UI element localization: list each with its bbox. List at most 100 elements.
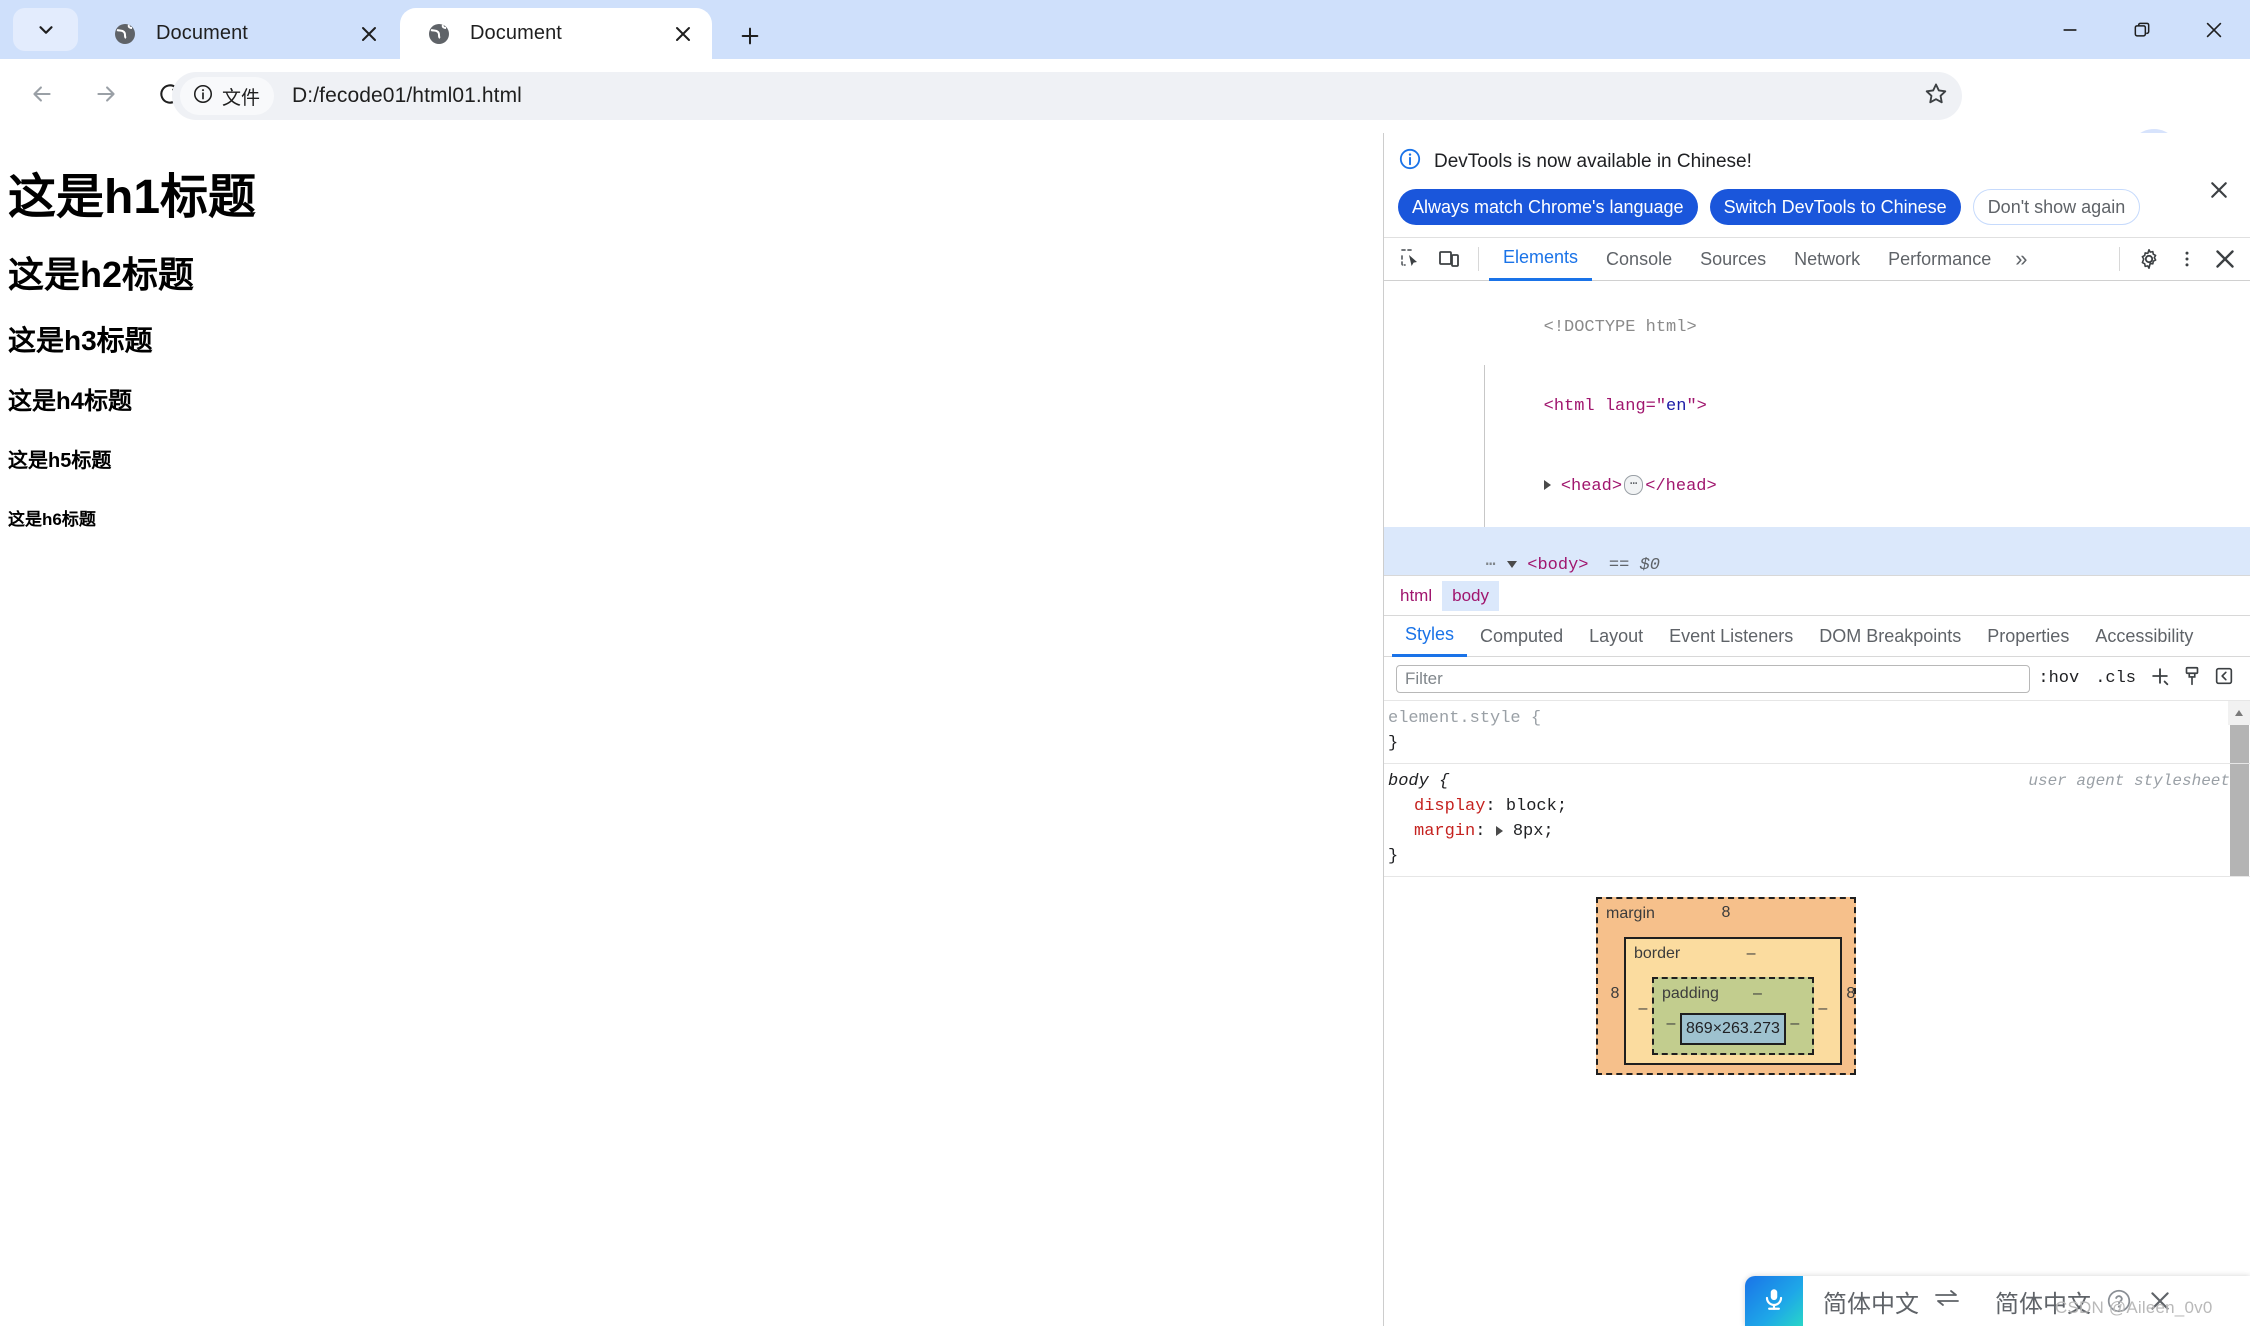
collapse-arrow-icon[interactable]: [1507, 561, 1518, 569]
devtools-language-infobar: DevTools is now available in Chinese! Al…: [1384, 133, 2250, 237]
tab-title: Document: [156, 22, 248, 44]
device-toolbar-icon[interactable]: [1430, 240, 1468, 278]
box-model-border-top[interactable]: –: [1747, 945, 1756, 963]
tab-close-button[interactable]: [352, 17, 386, 51]
style-rule-body[interactable]: body { user agent stylesheet display: bl…: [1384, 764, 2250, 877]
rule-close-brace: }: [1388, 734, 1399, 753]
dont-show-again-button[interactable]: Don't show again: [1972, 189, 2141, 225]
declaration-property[interactable]: display: [1414, 797, 1485, 816]
box-model-border-label: border: [1634, 945, 1681, 962]
new-style-rule-button[interactable]: [2144, 663, 2176, 695]
styles-tab-event-listeners[interactable]: Event Listeners: [1656, 616, 1806, 657]
box-model-content-size[interactable]: 869×263.273: [1680, 1013, 1786, 1045]
dom-node-head[interactable]: <head> ⋯ </head>: [1384, 447, 2250, 527]
info-circle-icon: [1398, 147, 1422, 176]
doctype-text: <!DOCTYPE html>: [1543, 317, 1697, 337]
styles-tab-accessibility[interactable]: Accessibility: [2082, 616, 2206, 657]
devtools-close-button[interactable]: [2206, 240, 2244, 278]
box-model-padding[interactable]: padding – – 869×263.273 –: [1652, 977, 1814, 1055]
dom-node-body[interactable]: ⋯ <body> == $0: [1384, 526, 2250, 575]
box-model-diagram[interactable]: margin 8 8 border – – padding – – 869×26…: [1596, 897, 1856, 1075]
ime-microphone-button[interactable]: [1745, 1276, 1803, 1326]
box-model-padding-right[interactable]: –: [1786, 1015, 1804, 1033]
always-match-language-button[interactable]: Always match Chrome's language: [1398, 189, 1698, 225]
styles-tab-dom-breakpoints[interactable]: DOM Breakpoints: [1806, 616, 1974, 657]
collapsed-children-badge[interactable]: ⋯: [1624, 475, 1644, 496]
globe-icon: [426, 21, 452, 47]
more-tabs-button[interactable]: »: [2005, 246, 2037, 272]
style-rule-element-style[interactable]: element.style { }: [1384, 701, 2250, 764]
ime-target-language[interactable]: 简体中文: [1995, 1284, 2091, 1319]
styles-sidebar-toggle-button[interactable]: [2208, 663, 2240, 695]
declaration-property[interactable]: margin: [1414, 822, 1475, 841]
window-minimize-button[interactable]: [2034, 0, 2106, 59]
new-tab-button[interactable]: [728, 16, 772, 60]
browser-tab-2[interactable]: Document: [400, 8, 712, 59]
page-heading-h3: 这是h3标题: [8, 325, 153, 357]
node-menu-dots-icon[interactable]: ⋯: [1466, 556, 1497, 575]
box-model-margin[interactable]: margin 8 8 border – – padding – – 869×26…: [1596, 897, 1856, 1075]
browser-tab-1[interactable]: Document: [86, 8, 398, 59]
switch-devtools-language-button[interactable]: Switch DevTools to Chinese: [1709, 189, 1961, 225]
box-model-border-right[interactable]: –: [1814, 1000, 1832, 1018]
devtools-tab-console[interactable]: Console: [1592, 238, 1686, 281]
address-bar[interactable]: 文件 D:/fecode01/html01.html: [172, 72, 1962, 120]
site-info-chip-label: 文件: [222, 87, 261, 109]
infobar-close-button[interactable]: [2202, 175, 2236, 209]
styles-tab-layout[interactable]: Layout: [1576, 616, 1656, 657]
styles-rules-list: element.style { } body { user agent styl…: [1384, 701, 2250, 877]
tab-strip: Document Document: [0, 0, 2250, 59]
devtools-tab-performance[interactable]: Performance: [1874, 238, 2005, 281]
force-state-hov-button[interactable]: :hov: [2030, 669, 2087, 688]
declaration-value[interactable]: 8px;: [1513, 822, 1554, 841]
element-classes-cls-button[interactable]: .cls: [2087, 669, 2144, 688]
box-model-border-left[interactable]: –: [1634, 1000, 1652, 1018]
styles-tab-properties[interactable]: Properties: [1974, 616, 2082, 657]
devtools-toolbar: Elements Console Sources Network Perform…: [1384, 237, 2250, 281]
dom-tree[interactable]: <!DOCTYPE html> <html lang="en"> <head> ⋯…: [1384, 281, 2250, 575]
computed-style-sidebar-button[interactable]: [2176, 663, 2208, 695]
declaration-display[interactable]: display: block;: [1384, 794, 2250, 819]
ime-close-button[interactable]: [2145, 1286, 2175, 1316]
paintbrush-icon: [2181, 665, 2203, 692]
box-model-margin-top[interactable]: 8: [1722, 904, 1731, 922]
declaration-margin[interactable]: margin: 8px;: [1384, 819, 2250, 844]
devtools-kebab-menu-button[interactable]: [2168, 240, 2206, 278]
styles-filter-input[interactable]: [1396, 664, 2031, 693]
styles-tab-styles[interactable]: Styles: [1392, 616, 1468, 657]
expand-arrow-icon[interactable]: [1543, 480, 1551, 491]
ime-source-language[interactable]: 简体中文: [1823, 1284, 1919, 1319]
box-model-padding-top[interactable]: –: [1753, 985, 1762, 1003]
box-model-margin-right[interactable]: 8: [1842, 985, 1860, 1003]
arrow-right-icon: [93, 81, 119, 112]
breadcrumb-item-html[interactable]: html: [1390, 581, 1442, 611]
site-info-chip[interactable]: 文件: [180, 77, 275, 115]
tab-search-button[interactable]: [13, 8, 78, 51]
dom-node-doctype[interactable]: <!DOCTYPE html>: [1384, 288, 2250, 368]
box-model-padding-left[interactable]: –: [1662, 1015, 1680, 1033]
forward-button[interactable]: [78, 68, 134, 124]
devtools-tab-sources[interactable]: Sources: [1686, 238, 1780, 281]
globe-icon: [112, 21, 138, 47]
expand-shorthand-arrow-icon[interactable]: [1495, 825, 1503, 836]
box-model-margin-left[interactable]: 8: [1606, 985, 1624, 1003]
window-close-button[interactable]: [2178, 0, 2250, 59]
window-restore-button[interactable]: [2106, 0, 2178, 59]
declaration-value[interactable]: block;: [1506, 797, 1567, 816]
tab-close-button[interactable]: [666, 17, 700, 51]
back-button[interactable]: [14, 68, 70, 124]
inspect-cursor-icon[interactable]: [1392, 240, 1430, 278]
question-circle-icon[interactable]: [2105, 1287, 2133, 1315]
gear-icon[interactable]: [2130, 240, 2168, 278]
bookmark-star-button[interactable]: [1910, 72, 1962, 120]
swap-arrows-icon[interactable]: [1933, 1288, 1961, 1314]
browser-window: Document Document 文件 D:/fecode01/html01.…: [0, 0, 2250, 1326]
devtools-tab-elements[interactable]: Elements: [1489, 238, 1593, 281]
box-model-border[interactable]: border – – padding – – 869×263.273 – –: [1624, 937, 1842, 1065]
page-heading-h5: 这是h5标题: [8, 450, 112, 473]
breadcrumb-item-body[interactable]: body: [1442, 580, 1499, 611]
html-lang-value: en: [1666, 397, 1687, 416]
devtools-tab-network[interactable]: Network: [1780, 238, 1874, 281]
dom-node-html[interactable]: <html lang="en">: [1384, 368, 2250, 448]
styles-tab-computed[interactable]: Computed: [1467, 616, 1576, 657]
